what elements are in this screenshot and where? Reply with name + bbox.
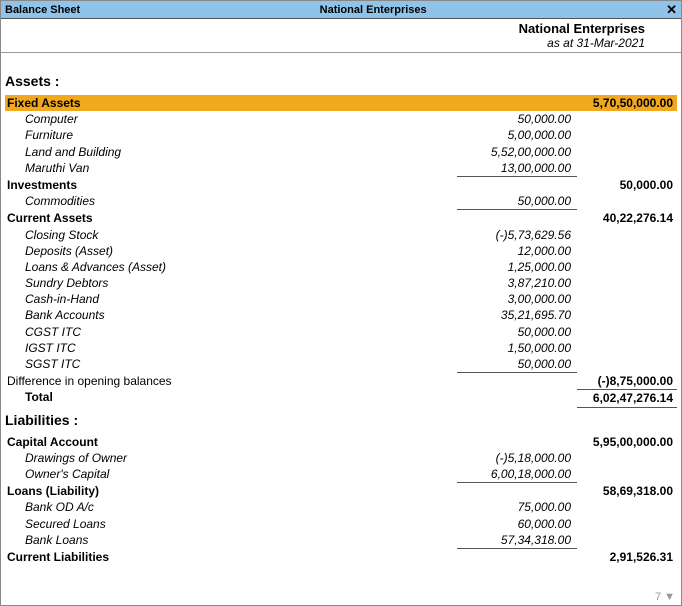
more-rows-indicator[interactable]: 7 ▼: [655, 591, 675, 603]
ledger-row[interactable]: Maruthi Van13,00,000.00: [5, 160, 677, 177]
company-name: National Enterprises: [5, 21, 645, 36]
ledger-name: Drawings of Owner: [5, 450, 457, 466]
group-header[interactable]: Fixed Assets 5,70,50,000.00: [5, 95, 677, 111]
ledger-name: Computer: [5, 111, 457, 127]
group-total: 2,91,526.31: [577, 549, 677, 565]
group-total: 50,000.00: [577, 177, 677, 193]
ledger-name: Cash-in-Hand: [5, 291, 457, 307]
title-center: National Enterprises: [80, 4, 666, 16]
ledger-name: CGST ITC: [5, 324, 457, 340]
group-name: Capital Account: [5, 434, 457, 450]
ledger-value: 35,21,695.70: [457, 307, 577, 323]
ledger-name: SGST ITC: [5, 356, 457, 373]
ledger-name: Closing Stock: [5, 227, 457, 243]
ledger-row[interactable]: Sundry Debtors3,87,210.00: [5, 275, 677, 291]
title-bar: Balance Sheet National Enterprises ✕: [1, 1, 681, 19]
ledger-value: 3,00,000.00: [457, 291, 577, 307]
ledger-row[interactable]: Secured Loans60,000.00: [5, 516, 677, 532]
ledger-row[interactable]: Commodities50,000.00: [5, 193, 677, 210]
ledger-value: 50,000.00: [457, 356, 577, 373]
group-name: Investments: [5, 177, 457, 193]
ledger-name: Bank Loans: [5, 532, 457, 549]
group-header[interactable]: Capital Account 5,95,00,000.00: [5, 434, 677, 450]
group-name: Current Liabilities: [5, 549, 457, 565]
group-total: 5,70,50,000.00: [577, 95, 677, 111]
ledger-row[interactable]: Bank Accounts35,21,695.70: [5, 307, 677, 323]
ledger-row[interactable]: Loans & Advances (Asset)1,25,000.00: [5, 259, 677, 275]
ledger-row[interactable]: Cash-in-Hand3,00,000.00: [5, 291, 677, 307]
close-icon[interactable]: ✕: [666, 3, 677, 16]
report-body: Assets : Fixed Assets5,70,50,000.00Compu…: [1, 53, 681, 565]
ledger-row[interactable]: Owner's Capital6,00,18,000.00: [5, 466, 677, 483]
ledger-value: (-)5,73,629.56: [457, 227, 577, 243]
ledger-row[interactable]: Drawings of Owner(-)5,18,000.00: [5, 450, 677, 466]
ledger-name: Commodities: [5, 193, 457, 210]
group-header[interactable]: Investments 50,000.00: [5, 177, 677, 193]
as-at-date: as at 31-Mar-2021: [5, 36, 645, 50]
ledger-name: Deposits (Asset): [5, 243, 457, 259]
report-header: National Enterprises as at 31-Mar-2021: [1, 19, 681, 53]
ledger-value: 13,00,000.00: [457, 160, 577, 177]
ledger-value: 3,87,210.00: [457, 275, 577, 291]
ledger-value: 6,00,18,000.00: [457, 466, 577, 483]
ledger-name: Loans & Advances (Asset): [5, 259, 457, 275]
ledger-value: 1,25,000.00: [457, 259, 577, 275]
ledger-name: Land and Building: [5, 144, 457, 160]
group-name: Loans (Liability): [5, 483, 457, 499]
ledger-value: 60,000.00: [457, 516, 577, 532]
group-header[interactable]: Current Assets 40,22,276.14: [5, 210, 677, 226]
ledger-name: Bank Accounts: [5, 307, 457, 323]
ledger-value: 57,34,318.00: [457, 532, 577, 549]
ledger-value: 12,000.00: [457, 243, 577, 259]
group-total: 58,69,318.00: [577, 483, 677, 499]
ledger-row[interactable]: Deposits (Asset)12,000.00: [5, 243, 677, 259]
ledger-value: 50,000.00: [457, 324, 577, 340]
ledger-name: Bank OD A/c: [5, 499, 457, 515]
group-header[interactable]: Loans (Liability) 58,69,318.00: [5, 483, 677, 499]
ledger-name: Furniture: [5, 127, 457, 143]
ledger-row[interactable]: Bank Loans57,34,318.00: [5, 532, 677, 549]
total-row: Total 6,02,47,276.14: [5, 389, 677, 407]
ledger-row[interactable]: SGST ITC50,000.00: [5, 356, 677, 373]
ledger-value: 5,52,00,000.00: [457, 144, 577, 160]
ledger-row[interactable]: CGST ITC50,000.00: [5, 324, 677, 340]
group-total: 40,22,276.14: [577, 210, 677, 226]
ledger-row[interactable]: Land and Building5,52,00,000.00: [5, 144, 677, 160]
group-total: 5,95,00,000.00: [577, 434, 677, 450]
ledger-name: Secured Loans: [5, 516, 457, 532]
group-name: Current Assets: [5, 210, 457, 226]
ledger-value: (-)5,18,000.00: [457, 450, 577, 466]
ledger-row[interactable]: IGST ITC1,50,000.00: [5, 340, 677, 356]
ledger-name: Maruthi Van: [5, 160, 457, 177]
group-header[interactable]: Current Liabilities 2,91,526.31: [5, 549, 677, 565]
ledger-row[interactable]: Bank OD A/c75,000.00: [5, 499, 677, 515]
ledger-value: 75,000.00: [457, 499, 577, 515]
ledger-row[interactable]: Furniture5,00,000.00: [5, 127, 677, 143]
difference-row[interactable]: Difference in opening balances (-)8,75,0…: [5, 373, 677, 389]
ledger-name: Owner's Capital: [5, 466, 457, 483]
liabilities-heading: Liabilities :: [5, 412, 677, 428]
assets-heading: Assets :: [5, 73, 677, 89]
ledger-row[interactable]: Closing Stock(-)5,73,629.56: [5, 227, 677, 243]
ledger-row[interactable]: Computer50,000.00: [5, 111, 677, 127]
group-name: Fixed Assets: [5, 95, 457, 111]
ledger-name: IGST ITC: [5, 340, 457, 356]
ledger-value: 50,000.00: [457, 193, 577, 210]
title-left: Balance Sheet: [5, 4, 80, 16]
ledger-value: 1,50,000.00: [457, 340, 577, 356]
ledger-value: 5,00,000.00: [457, 127, 577, 143]
ledger-name: Sundry Debtors: [5, 275, 457, 291]
ledger-value: 50,000.00: [457, 111, 577, 127]
